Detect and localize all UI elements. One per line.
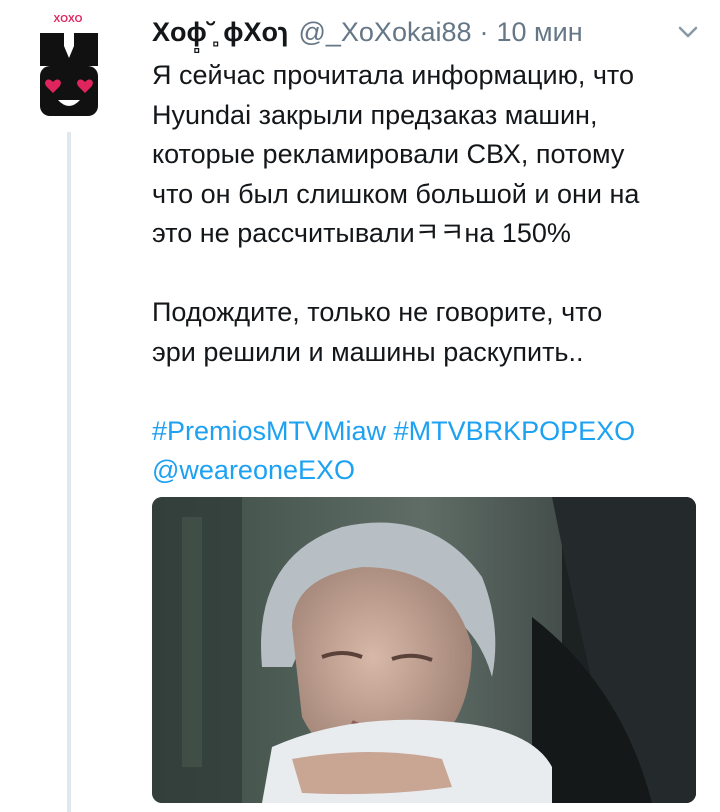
tweet-text-line: эри решили и машины раскупить..: [152, 336, 584, 367]
tweet-media-image[interactable]: [152, 497, 696, 803]
separator-dot: ·: [479, 16, 489, 47]
avatar-logo-text: XOXO: [54, 14, 83, 25]
tweet-header: Xoɸ̻˘̻ ɸXoɿ @_XoXokai88 · 10 мин: [152, 12, 692, 52]
tweet-text-line: Я сейчас прочитала информацию, что: [152, 60, 635, 90]
tweet-text-line: это не рассчитывалиㅋㅋна 150%: [152, 218, 571, 248]
media-photo: [152, 497, 696, 803]
avatar[interactable]: XOXO: [22, 0, 120, 132]
mention-line: @weareoneEXO: [152, 451, 700, 491]
hashtag-line: #PremiosMTVMiaw #MTVBRKPOPEXO: [152, 412, 700, 452]
mention-link[interactable]: @weareoneEXO: [152, 455, 355, 485]
hashtag-link[interactable]: #PremiosMTVMiaw: [152, 416, 386, 446]
tweet-text-line: что он был слишком большой и они на: [152, 178, 640, 209]
tweet-text-line: Hyundai закрыли предзаказ машин,: [152, 99, 598, 130]
tweet-text-line: которые рекламировали СВХ, потому: [152, 139, 625, 169]
tweet-text-line: Подождите, только не говорите, что: [152, 297, 603, 327]
timestamp[interactable]: 10 мин: [497, 17, 583, 48]
user-handle[interactable]: @_XoXokai88: [298, 17, 471, 48]
hashtag-link[interactable]: #MTVBRKPOPEXO: [394, 416, 636, 446]
display-name[interactable]: Xoɸ̻˘̻ ɸXoɿ: [152, 17, 288, 48]
thread-line: [67, 132, 71, 812]
avatar-logo: XOXO: [40, 14, 98, 116]
tweet-text: Я сейчас прочитала информацию, что Hyund…: [152, 56, 700, 491]
chevron-down-icon[interactable]: [676, 20, 700, 44]
